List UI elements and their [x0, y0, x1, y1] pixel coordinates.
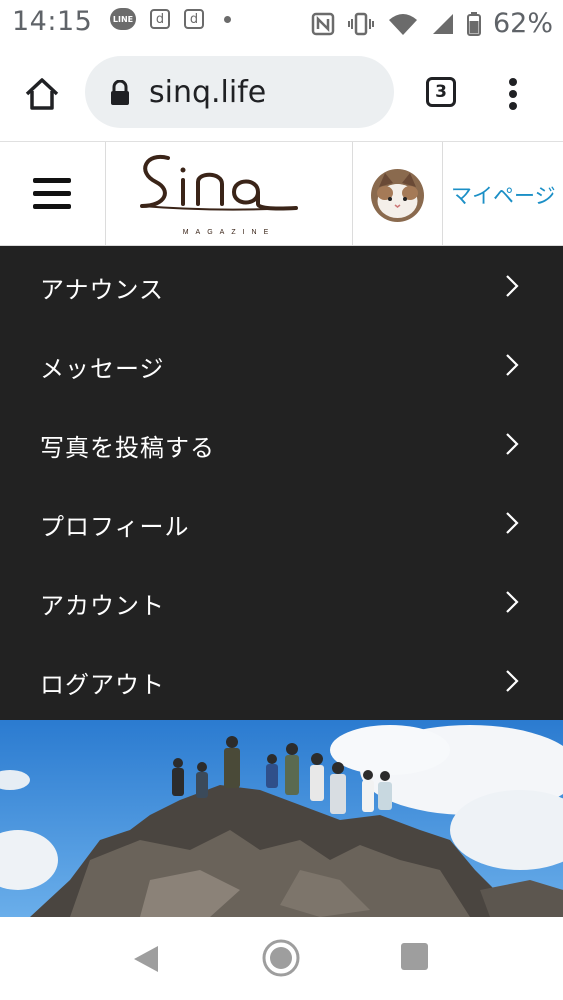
- chevron-right-icon: [506, 354, 519, 376]
- more-options-icon[interactable]: [505, 74, 521, 114]
- chevron-right-icon: [506, 591, 519, 613]
- chevron-right-icon: [506, 433, 519, 455]
- url-bar[interactable]: sinq.life: [85, 56, 394, 128]
- menu-item-label: アナウンス: [40, 276, 165, 304]
- sinq-logo[interactable]: MAGAZINE: [106, 142, 352, 245]
- menu-item-announce[interactable]: アナウンス: [0, 246, 563, 325]
- menu-item-label: メッセージ: [40, 355, 165, 383]
- chevron-right-icon: [506, 275, 519, 297]
- line-app-icon: LINE: [110, 8, 136, 30]
- more-notifications-dot-icon: [224, 15, 231, 23]
- avatar-button[interactable]: [353, 142, 443, 245]
- url-text[interactable]: sinq.life: [149, 75, 266, 110]
- hamburger-icon[interactable]: [33, 178, 71, 209]
- menu-item-messages[interactable]: メッセージ: [0, 325, 563, 404]
- d-app-icon: d: [150, 9, 170, 29]
- status-bar: 14:15 LINE d d 62%: [0, 0, 563, 46]
- lock-icon: [111, 80, 129, 105]
- menu-item-logout[interactable]: ログアウト: [0, 641, 563, 720]
- home-nav-icon[interactable]: [262, 939, 300, 977]
- mypage-link[interactable]: マイページ: [451, 180, 556, 210]
- avatar[interactable]: [371, 169, 424, 222]
- hero-photo: [0, 720, 563, 917]
- signal-icon: [432, 13, 453, 34]
- site-logo[interactable]: MAGAZINE: [106, 142, 353, 245]
- notification-icons: LINE d d: [110, 8, 231, 30]
- wifi-icon: [388, 13, 417, 35]
- back-icon[interactable]: [132, 944, 160, 974]
- battery-percent: 62%: [492, 8, 553, 39]
- menu-item-account[interactable]: アカウント: [0, 562, 563, 641]
- menu-item-label: アカウント: [40, 592, 165, 620]
- system-icons: 62%: [311, 8, 553, 39]
- chevron-right-icon: [506, 512, 519, 534]
- hamburger-button[interactable]: [0, 142, 106, 245]
- menu-item-label: ログアウト: [40, 671, 165, 699]
- cat-avatar-icon: [377, 173, 418, 218]
- site-header: MAGAZINE マイページ: [0, 142, 563, 246]
- menu-item-post-photo[interactable]: 写真を投稿する: [0, 404, 563, 483]
- vibrate-icon: [347, 12, 374, 35]
- menu-item-label: プロフィール: [40, 513, 190, 541]
- status-time: 14:15: [12, 6, 93, 37]
- recent-apps-icon[interactable]: [401, 943, 428, 970]
- system-nav-bar: [0, 917, 563, 1000]
- chevron-right-icon: [506, 670, 519, 692]
- navigation-menu: アナウンス メッセージ 写真を投稿する プロフィール アカウント ログアウト: [0, 246, 563, 720]
- home-icon[interactable]: [22, 74, 62, 114]
- nfc-icon: [311, 12, 335, 35]
- tab-switcher-button[interactable]: 3: [426, 77, 456, 107]
- menu-item-label: 写真を投稿する: [40, 434, 215, 462]
- logo-subtext: MAGAZINE: [183, 229, 276, 236]
- menu-item-profile[interactable]: プロフィール: [0, 483, 563, 562]
- battery-icon: [466, 11, 481, 36]
- d-app-icon-2: d: [184, 9, 204, 29]
- mountain-hikers-image: [0, 720, 563, 917]
- browser-toolbar: sinq.life 3: [0, 46, 563, 142]
